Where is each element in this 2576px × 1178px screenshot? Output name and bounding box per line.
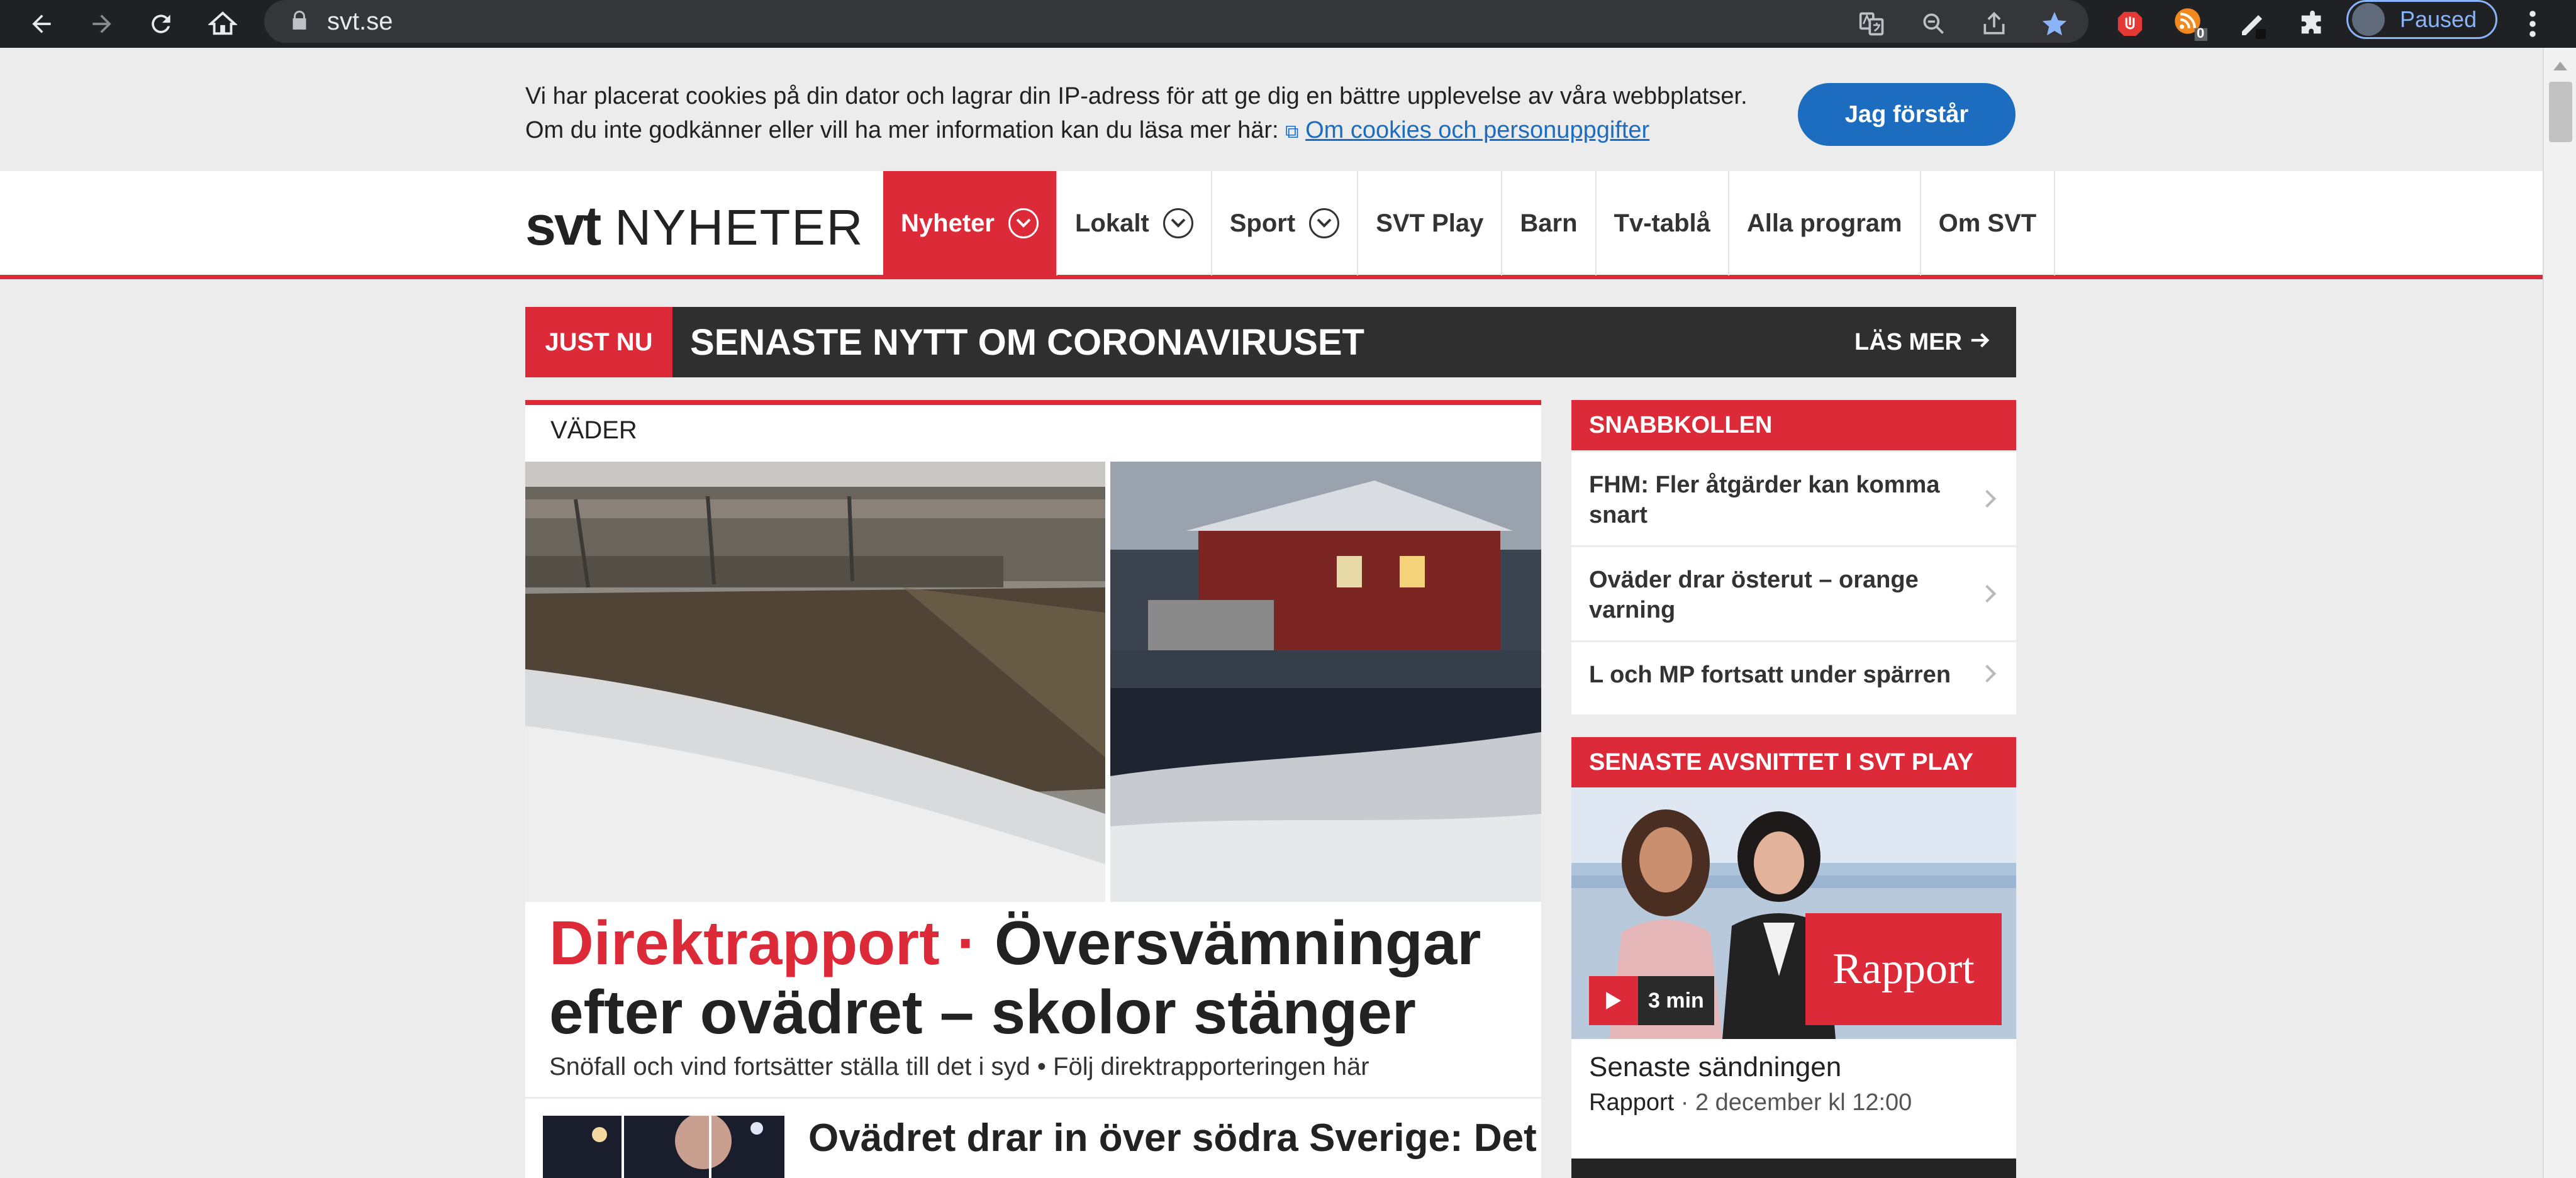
extensions-puzzle-icon[interactable] — [2294, 5, 2331, 43]
cookie-text: Vi har placerat cookies på din dator och… — [525, 79, 1748, 149]
secondary-story-headline[interactable]: Ovädret drar in över södra Sverige: Det — [808, 1116, 1537, 1160]
breaking-tag: JUST NU — [525, 307, 672, 377]
top-story-card[interactable]: VÄDER Direktrapport · Översvämningar eft… — [525, 400, 1541, 1178]
forward-icon[interactable] — [82, 4, 122, 44]
page-scrollbar[interactable] — [2543, 48, 2576, 1178]
url-text: svt.se — [327, 8, 393, 35]
arrow-right-icon — [1970, 329, 1991, 356]
menu-item-svt-play[interactable]: SVT Play — [1357, 171, 1501, 275]
page-content: Vi har placerat cookies på din dator och… — [0, 48, 2543, 1178]
menu-item-label: Lokalt — [1074, 209, 1149, 237]
snabbkollen-item-label: Oväder drar österut – orange varning — [1589, 567, 1919, 623]
play-icon[interactable] — [1589, 976, 1638, 1025]
logo-svt: svt — [525, 194, 601, 257]
snabbkollen-box: SNABBKOLLEN FHM: Fler åtgärder kan komma… — [1571, 400, 2016, 714]
home-icon[interactable] — [203, 4, 243, 44]
breaking-title: SENASTE NYTT OM CORONAVIRUSET — [690, 321, 1364, 363]
avatar — [2352, 3, 2385, 36]
cookie-line-2: Om du inte godkänner eller vill ha mer i… — [525, 113, 1748, 149]
menu-item-lokalt[interactable]: Lokalt — [1056, 171, 1211, 275]
duration-badge[interactable]: 3 min — [1589, 976, 1714, 1025]
snabbkollen-item[interactable]: FHM: Fler åtgärder kan komma snart — [1571, 450, 2016, 545]
address-bar[interactable]: svt.se — [264, 0, 2088, 43]
menu-item-barn[interactable]: Barn — [1501, 171, 1595, 275]
chevron-right-icon — [1978, 584, 1997, 603]
logo-section: NYHETER — [615, 199, 864, 255]
read-more-label: LÄS MER — [1854, 328, 1962, 355]
rapport-anchors-image[interactable]: Rapport 3 min — [1571, 787, 2016, 1039]
external-link-icon: ⧉ — [1285, 121, 1299, 142]
rss-extension-icon[interactable]: 0 — [2172, 5, 2209, 43]
next-sidebar-teaser[interactable] — [1571, 1159, 2016, 1178]
cookie-info-link[interactable]: Om cookies och personuppgifter — [1305, 117, 1649, 143]
snabbkollen-item[interactable]: Oväder drar österut – orange varning — [1571, 545, 2016, 640]
secondary-story-thumbnail[interactable] — [543, 1116, 784, 1178]
chevron-down-icon[interactable] — [1309, 208, 1340, 238]
accept-cookies-button[interactable]: Jag förstår — [1798, 83, 2016, 146]
live-report-tag: Direktrapport · — [549, 908, 978, 977]
menu-item-label: Barn — [1520, 209, 1578, 237]
chevron-right-icon — [1978, 664, 1997, 683]
program-name: Rapport — [1589, 1089, 1675, 1116]
translate-icon[interactable] — [1853, 5, 1891, 43]
top-story-lead: Snöfall och vind fortsätter ställa till … — [549, 1053, 1369, 1081]
menu-item-tv-tabla[interactable]: Tv-tablå — [1595, 171, 1728, 275]
more-menu-icon[interactable] — [2514, 5, 2551, 43]
cookie-line-1: Vi har placerat cookies på din dator och… — [525, 83, 1748, 109]
flooded-house-photo[interactable] — [1110, 462, 1541, 902]
adblock-extension-icon[interactable] — [2111, 5, 2149, 43]
scroll-up-icon[interactable] — [2553, 62, 2567, 70]
top-story-headline[interactable]: Direktrapport · Översvämningar efter ovä… — [549, 908, 1531, 1047]
extension-badge: 0 — [2197, 25, 2205, 41]
menu-item-label: Alla program — [1746, 209, 1902, 237]
snabbkollen-item[interactable]: L och MP fortsatt under spärren — [1571, 640, 2016, 705]
read-more-link[interactable]: LÄS MER — [1854, 329, 1991, 356]
back-icon[interactable] — [21, 4, 62, 44]
snabbkollen-title: SNABBKOLLEN — [1571, 400, 2016, 450]
menu-item-nyheter[interactable]: Nyheter — [883, 171, 1056, 275]
story-kicker: VÄDER — [550, 416, 637, 444]
svt-nyheter-logo[interactable]: svt NYHETER — [525, 194, 864, 258]
chevron-down-icon[interactable] — [1163, 208, 1193, 238]
menu-item-label: SVT Play — [1376, 209, 1484, 237]
chevron-right-icon — [1978, 489, 1997, 508]
episode-date: · 2 december kl 12:00 — [1674, 1089, 1912, 1116]
cookie-line-2-prefix: Om du inte godkänner eller vill ha mer i… — [525, 117, 1286, 143]
pen-extension-icon[interactable] — [2234, 5, 2272, 43]
browser-toolbar: svt.se 0 Paused — [0, 0, 2576, 48]
scrollbar-thumb[interactable] — [2549, 82, 2572, 142]
menu-item-alla-program[interactable]: Alla program — [1727, 171, 1920, 275]
snabbkollen-item-label: L och MP fortsatt under spärren — [1589, 662, 1951, 688]
lock-icon — [288, 8, 311, 36]
svt-play-title: SENASTE AVSNITTET I SVT PLAY — [1571, 737, 2016, 787]
menu-item-label: Tv-tablå — [1614, 209, 1710, 237]
chevron-down-icon[interactable] — [1008, 208, 1039, 238]
divider — [525, 1097, 1541, 1099]
menu-item-om-svt[interactable]: Om SVT — [1919, 171, 2056, 275]
main-menu: Nyheter Lokalt Sport SVT Play Barn Tv-ta… — [883, 171, 2056, 275]
duration-text: 3 min — [1648, 988, 1704, 1013]
share-icon[interactable] — [1975, 5, 2013, 43]
flooded-river-photo[interactable] — [525, 462, 1105, 902]
menu-item-label: Nyheter — [901, 209, 995, 237]
episode-meta: Rapport · 2 december kl 12:00 — [1589, 1089, 1912, 1116]
rapport-badge: Rapport — [1805, 913, 2002, 1025]
zoom-icon[interactable] — [1915, 5, 1953, 43]
bookmark-star-icon[interactable] — [2036, 5, 2073, 43]
svt-play-latest-box[interactable]: SENASTE AVSNITTET I SVT PLAY Rapport 3 m… — [1571, 737, 2016, 1178]
site-header: svt NYHETER Nyheter Lokalt Sport SVT Pla… — [0, 171, 2543, 279]
menu-item-label: Sport — [1229, 209, 1296, 237]
menu-item-label: Om SVT — [1938, 209, 2037, 237]
breaking-news-banner[interactable]: JUST NU SENASTE NYTT OM CORONAVIRUSET LÄ… — [525, 307, 2016, 377]
snabbkollen-item-label: FHM: Fler åtgärder kan komma snart — [1589, 472, 1940, 528]
profile-status: Paused — [2400, 6, 2477, 32]
cookie-banner: Vi har placerat cookies på din dator och… — [0, 48, 2543, 171]
reload-icon[interactable] — [141, 4, 181, 44]
menu-item-sport[interactable]: Sport — [1210, 171, 1357, 275]
profile-paused-button[interactable]: Paused — [2346, 0, 2497, 39]
episode-title[interactable]: Senaste sändningen — [1589, 1052, 1841, 1083]
